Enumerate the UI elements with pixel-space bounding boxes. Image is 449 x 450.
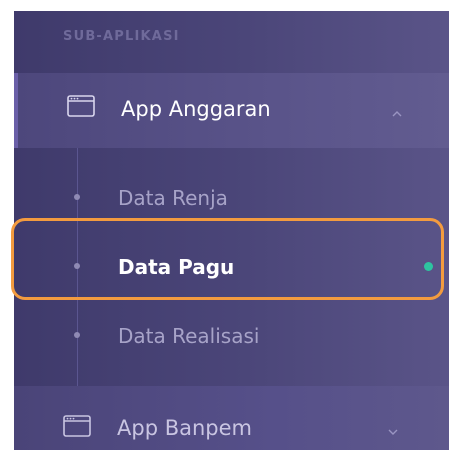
sub-item-data-renja[interactable]: Data Renja — [14, 169, 449, 225]
sidebar: SUB-APLIKASI App Anggaran Data Renja Dat… — [14, 11, 449, 450]
sub-item-label: Data Pagu — [118, 255, 235, 279]
app-window-icon — [67, 95, 95, 117]
section-label: SUB-APLIKASI — [63, 29, 180, 44]
sub-item-label: Data Renja — [118, 186, 228, 210]
chevron-down-icon[interactable] — [386, 424, 400, 435]
sub-item-label: Data Realisasi — [118, 324, 260, 348]
bullet-dot — [74, 194, 80, 200]
bullet-dot — [74, 332, 80, 338]
menu-app-anggaran[interactable]: App Anggaran — [14, 73, 449, 148]
chevron-up-icon[interactable] — [390, 106, 404, 117]
bullet-dot — [74, 263, 80, 269]
sub-item-data-pagu[interactable]: Data Pagu — [14, 241, 449, 297]
menu-label-app-banpem: App Banpem — [117, 416, 252, 440]
menu-app-banpem[interactable]: App Banpem — [14, 386, 449, 450]
sub-item-data-realisasi[interactable]: Data Realisasi — [14, 313, 449, 369]
app-window-icon — [63, 415, 91, 437]
active-status-dot — [424, 262, 433, 271]
menu-label-app-anggaran: App Anggaran — [121, 97, 271, 121]
